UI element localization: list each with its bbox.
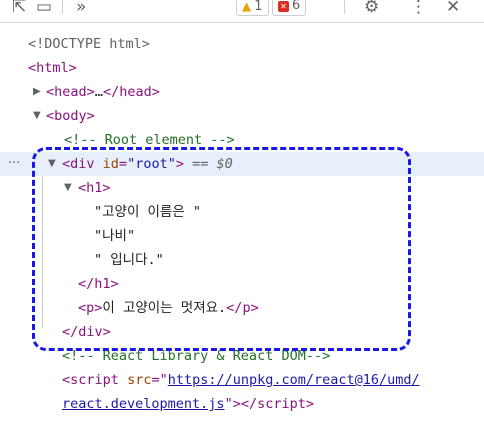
text-node-1-value: "고양이 이름은 " — [94, 204, 202, 220]
h1-close-tag-name: h1 — [94, 276, 111, 292]
p-text: 이 고양이는 멋져요. — [102, 300, 227, 316]
script-open-tag: <script src="https://unpkg.com/react@16/… — [62, 372, 420, 388]
collapse-triangle-icon[interactable]: ▼ — [48, 152, 56, 176]
element-picker-icon[interactable]: ⇱ — [12, 0, 26, 20]
more-options-icon[interactable]: ··· — [8, 152, 20, 176]
text-node-2-value: "나비" — [94, 228, 136, 244]
head-close-tag-name: head — [119, 84, 152, 100]
script-src-continued: react.development.js"></script> — [62, 396, 314, 412]
div-open-tag: <div id="root"> == $0 — [62, 156, 233, 172]
head-tag-name: head — [54, 84, 87, 100]
close-icon[interactable]: ✕ — [446, 0, 460, 20]
h1-node[interactable]: ▼ <h1> — [0, 176, 484, 200]
div-attr-name: id — [102, 156, 119, 172]
h1-tag-name: h1 — [86, 180, 103, 196]
div-attr-value: "root" — [127, 156, 176, 172]
h1-open-tag: <h1> — [78, 180, 111, 196]
head-node[interactable]: ▶ <head>…</head> — [0, 80, 484, 104]
body-tag-name: body — [54, 108, 87, 124]
html-open-tag: <html> — [28, 60, 77, 76]
script-src-link-continued[interactable]: react.development.js — [62, 396, 225, 412]
script-node[interactable]: <script src="https://unpkg.com/react@16/… — [0, 368, 484, 392]
p-close-tag-name: p — [242, 300, 251, 316]
script-src-link[interactable]: https://unpkg.com/react@16/umd/ — [168, 372, 420, 388]
expand-triangle-icon[interactable]: ▶ — [33, 80, 41, 104]
comment-root-node[interactable]: <!-- Root element --> — [0, 128, 484, 152]
toolbar-divider — [62, 0, 63, 14]
head-ellipsis: … — [94, 84, 103, 100]
text-node-1[interactable]: "고양이 이름은 " — [0, 200, 484, 224]
comment-react-text: <!-- React Library & React DOM--> — [62, 348, 331, 364]
html-node[interactable]: <html> — [0, 56, 484, 80]
script-attr-name: src — [127, 372, 152, 388]
div-close-tag-name: div — [78, 324, 103, 340]
h1-close-tag: </h1> — [78, 276, 119, 292]
toolbar-divider — [344, 0, 345, 14]
div-tag-name: div — [70, 156, 95, 172]
script-close-tag-name: script — [257, 396, 306, 412]
collapse-triangle-icon[interactable]: ▼ — [33, 104, 41, 128]
p-node[interactable]: <p>이 고양이는 멋져요.</p> — [0, 296, 484, 320]
warning-icon: ▲ — [242, 0, 252, 13]
div-close-node[interactable]: </div> — [0, 320, 484, 344]
text-node-2[interactable]: "나비" — [0, 224, 484, 248]
p-element: <p>이 고양이는 멋져요.</p> — [78, 300, 259, 316]
head-collapsed-tag: <head>…</head> — [46, 84, 160, 100]
devtools-toolbar: ⇱ ▭ » ▲ 1 ✕ 6 ⚙ ⋮ ✕ — [0, 0, 484, 23]
gear-icon[interactable]: ⚙ — [364, 0, 379, 20]
body-open-tag: <body> — [46, 108, 95, 124]
html-tag-name: html — [36, 60, 69, 76]
doctype-node[interactable]: <!DOCTYPE html> — [0, 32, 484, 56]
comment-react-node[interactable]: <!-- React Library & React DOM--> — [0, 344, 484, 368]
div-close-tag: </div> — [62, 324, 111, 340]
kebab-menu-icon[interactable]: ⋮ — [410, 0, 427, 20]
div-root-node[interactable]: ··· ▼ <div id="root"> == $0 — [0, 152, 484, 176]
device-toolbar-icon[interactable]: ▭ — [36, 0, 52, 20]
script-tag-name: script — [70, 372, 119, 388]
doctype-text: <!DOCTYPE html> — [28, 36, 150, 52]
warnings-badge[interactable]: ▲ 1 — [236, 0, 269, 16]
script-node-continued[interactable]: react.development.js"></script> — [0, 392, 484, 416]
text-node-3[interactable]: " 입니다." — [0, 248, 484, 272]
body-node[interactable]: ▼ <body> — [0, 104, 484, 128]
comment-root-text: <!-- Root element --> — [64, 132, 235, 148]
errors-badge[interactable]: ✕ 6 — [272, 0, 307, 16]
warnings-count: 1 — [254, 0, 263, 14]
more-tabs-button[interactable]: » — [76, 0, 86, 20]
text-node-3-value: " 입니다." — [94, 252, 164, 268]
error-icon: ✕ — [278, 1, 289, 12]
h1-close-node[interactable]: </h1> — [0, 272, 484, 296]
errors-count: 6 — [292, 0, 301, 13]
collapse-triangle-icon[interactable]: ▼ — [64, 176, 72, 200]
selected-marker: == $0 — [192, 156, 233, 172]
